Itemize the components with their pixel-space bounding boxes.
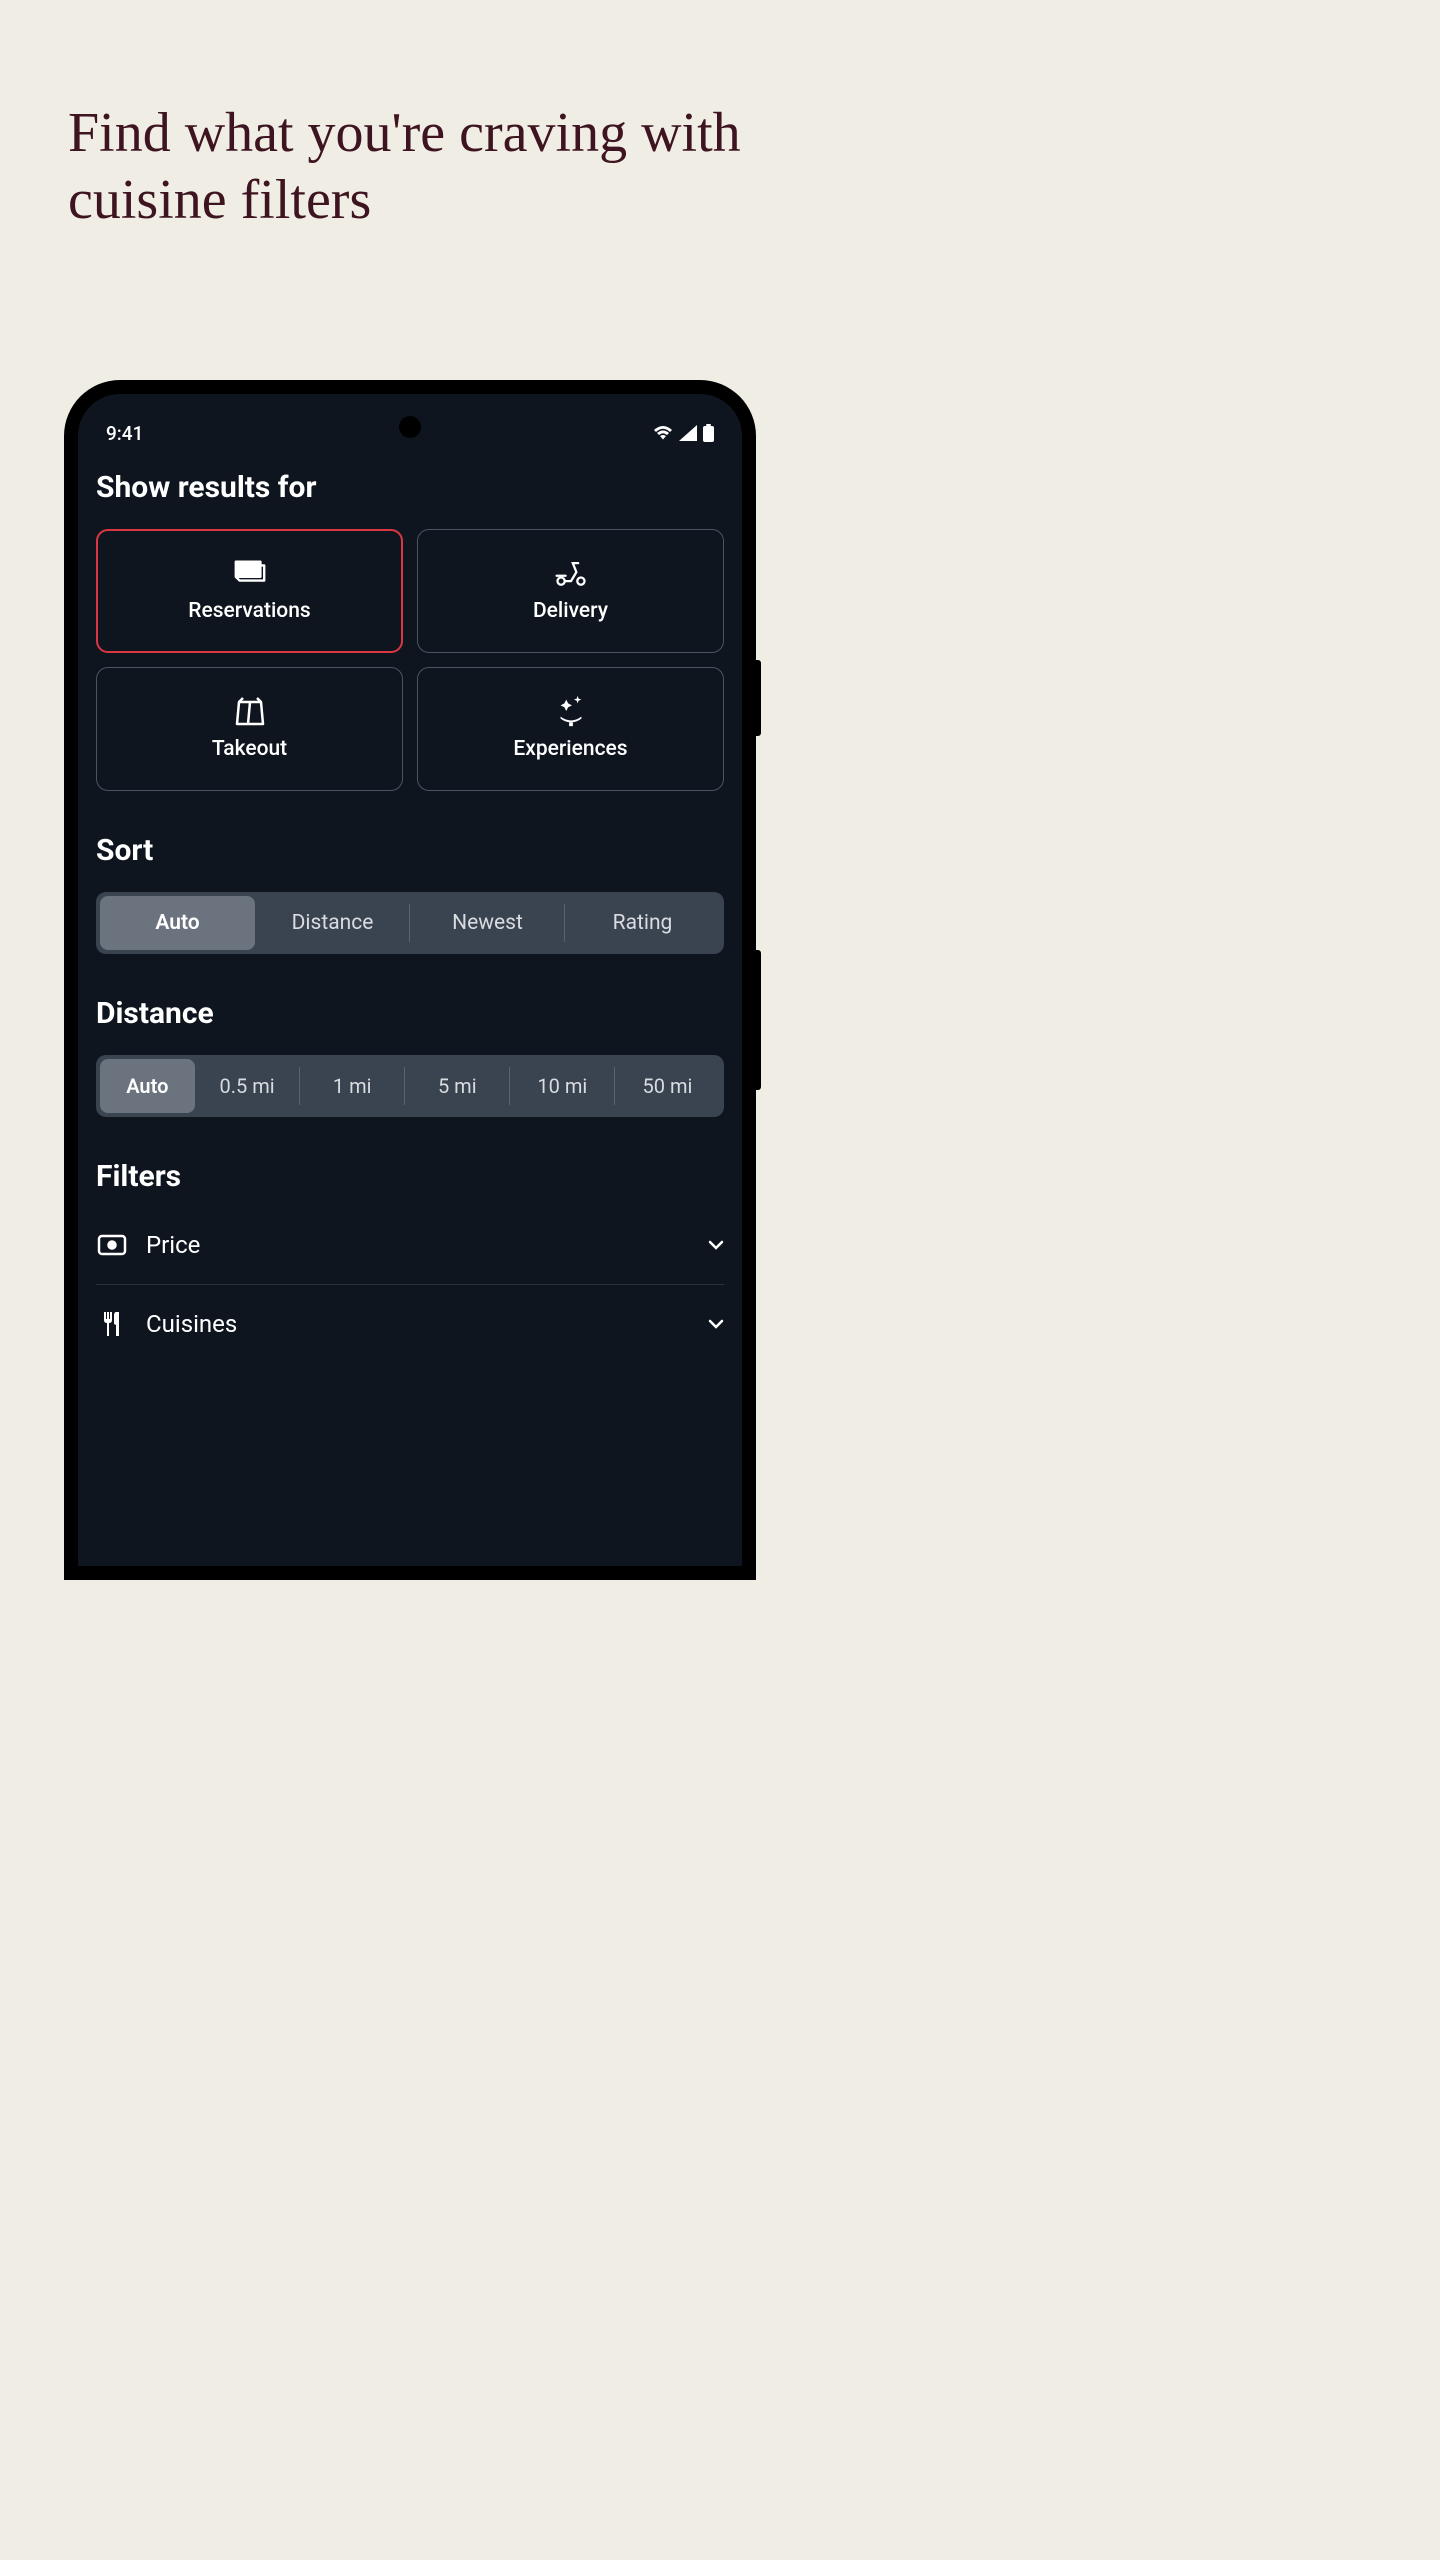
status-icons [653, 424, 714, 442]
distance-option-50mi[interactable]: 50 mi [615, 1059, 720, 1113]
phone-side-button [756, 660, 761, 736]
menu-card-icon [232, 559, 268, 587]
distance-option-1mi[interactable]: 1 mi [300, 1059, 405, 1113]
distance-option-auto[interactable]: Auto [100, 1059, 195, 1113]
distance-section: Distance Auto 0.5 mi 1 mi 5 mi 10 mi 50 … [96, 996, 724, 1117]
filters-title: Filters [96, 1159, 724, 1194]
cash-icon [96, 1234, 128, 1256]
show-results-title: Show results for [96, 470, 724, 505]
sort-option-rating[interactable]: Rating [565, 896, 720, 950]
cellular-icon [679, 425, 697, 441]
option-takeout[interactable]: Takeout [96, 667, 403, 791]
result-type-grid: Reservations Delivery [96, 529, 724, 791]
scooter-icon [553, 559, 589, 587]
distance-option-5mi[interactable]: 5 mi [405, 1059, 510, 1113]
show-results-section: Show results for Reservations [96, 470, 724, 791]
chevron-down-icon [708, 1240, 724, 1250]
page-headline: Find what you're craving with cuisine fi… [0, 0, 820, 234]
filters-section: Filters Price [96, 1159, 724, 1363]
bag-icon [232, 697, 268, 725]
sort-section: Sort Auto Distance Newest Rating [96, 833, 724, 954]
distance-option-10mi[interactable]: 10 mi [510, 1059, 615, 1113]
option-delivery[interactable]: Delivery [417, 529, 724, 653]
option-label: Takeout [212, 737, 287, 761]
chevron-down-icon [708, 1319, 724, 1329]
sort-title: Sort [96, 833, 724, 868]
camera-notch [399, 416, 421, 438]
distance-title: Distance [96, 996, 724, 1031]
filter-row-cuisines[interactable]: Cuisines [96, 1285, 724, 1363]
sort-option-distance[interactable]: Distance [255, 896, 410, 950]
sort-segment-control: Auto Distance Newest Rating [96, 892, 724, 954]
option-reservations[interactable]: Reservations [96, 529, 403, 653]
filter-label: Price [146, 1231, 690, 1259]
phone-screen: 9:41 Show results for [78, 394, 742, 1566]
utensils-icon [96, 1310, 128, 1338]
option-label: Experiences [513, 737, 627, 761]
battery-icon [703, 424, 714, 442]
distance-segment-control: Auto 0.5 mi 1 mi 5 mi 10 mi 50 mi [96, 1055, 724, 1117]
option-label: Delivery [533, 599, 608, 623]
phone-side-button [756, 950, 761, 1090]
filter-row-price[interactable]: Price [96, 1206, 724, 1284]
status-time: 9:41 [106, 422, 143, 445]
option-experiences[interactable]: Experiences [417, 667, 724, 791]
sparkle-dish-icon [553, 697, 589, 725]
sort-option-auto[interactable]: Auto [100, 896, 255, 950]
distance-option-0-5mi[interactable]: 0.5 mi [195, 1059, 300, 1113]
wifi-icon [653, 425, 673, 441]
sort-option-newest[interactable]: Newest [410, 896, 565, 950]
phone-frame: 9:41 Show results for [64, 380, 756, 1580]
option-label: Reservations [188, 599, 310, 623]
filter-label: Cuisines [146, 1310, 690, 1338]
